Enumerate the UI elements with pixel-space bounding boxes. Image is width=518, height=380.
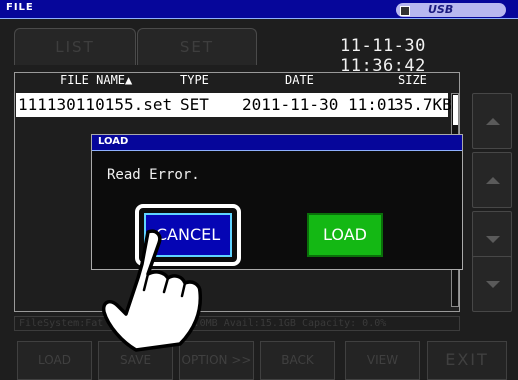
scrollbar-thumb[interactable] [453,95,458,125]
column-header-size[interactable]: SIZE [398,73,427,87]
scroll-top-button[interactable] [472,93,512,149]
fkey-back[interactable]: BACK [260,341,335,380]
fkey-view[interactable]: VIEW [345,341,420,380]
scroll-bottom-button[interactable] [472,256,512,312]
file-date: 2011-11-30 11:01 [242,95,397,114]
dialog-message: Read Error. [107,167,200,183]
fkey-exit[interactable]: EXIT [427,341,507,380]
usb-label: USB [428,3,454,16]
scroll-up-button[interactable] [472,152,512,208]
dialog-title-bar: LOAD [92,135,462,151]
file-type: SET [180,95,209,114]
scroll-bottom-icon [486,281,500,288]
dialog-title: LOAD [98,136,129,147]
up-arrow-icon [486,177,500,184]
title-bar: FILE USB [0,0,518,19]
tab-set[interactable]: SET [137,28,257,65]
app-title: FILE [6,2,34,13]
clock: 11-11-30 11:36:42 [340,36,426,76]
usb-indicator: USB [396,3,506,17]
load-button[interactable]: LOAD [307,213,383,257]
instrument-screen: FILE USB LIST SET 11-11-30 11:36:42 FILE… [0,0,518,380]
file-name: 111130110155.set [18,95,173,114]
scroll-top-icon [486,118,500,125]
column-header-type[interactable]: TYPE [180,73,209,87]
pointing-hand-icon [101,229,203,352]
file-size: 35.7KB [394,95,452,114]
filesystem-status: FileSystem:Fat 15.1GB Used: 7.0MB Avail:… [14,316,460,331]
tab-list[interactable]: LIST [14,28,136,65]
column-header-date[interactable]: DATE [285,73,314,87]
down-arrow-icon [486,236,500,243]
usb-icon [400,6,410,16]
fkey-load[interactable]: LOAD [17,341,92,380]
column-header-filename[interactable]: FILE NAME▲ [60,73,132,87]
table-row[interactable]: 111130110155.set SET 2011-11-30 11:01 35… [16,93,452,117]
